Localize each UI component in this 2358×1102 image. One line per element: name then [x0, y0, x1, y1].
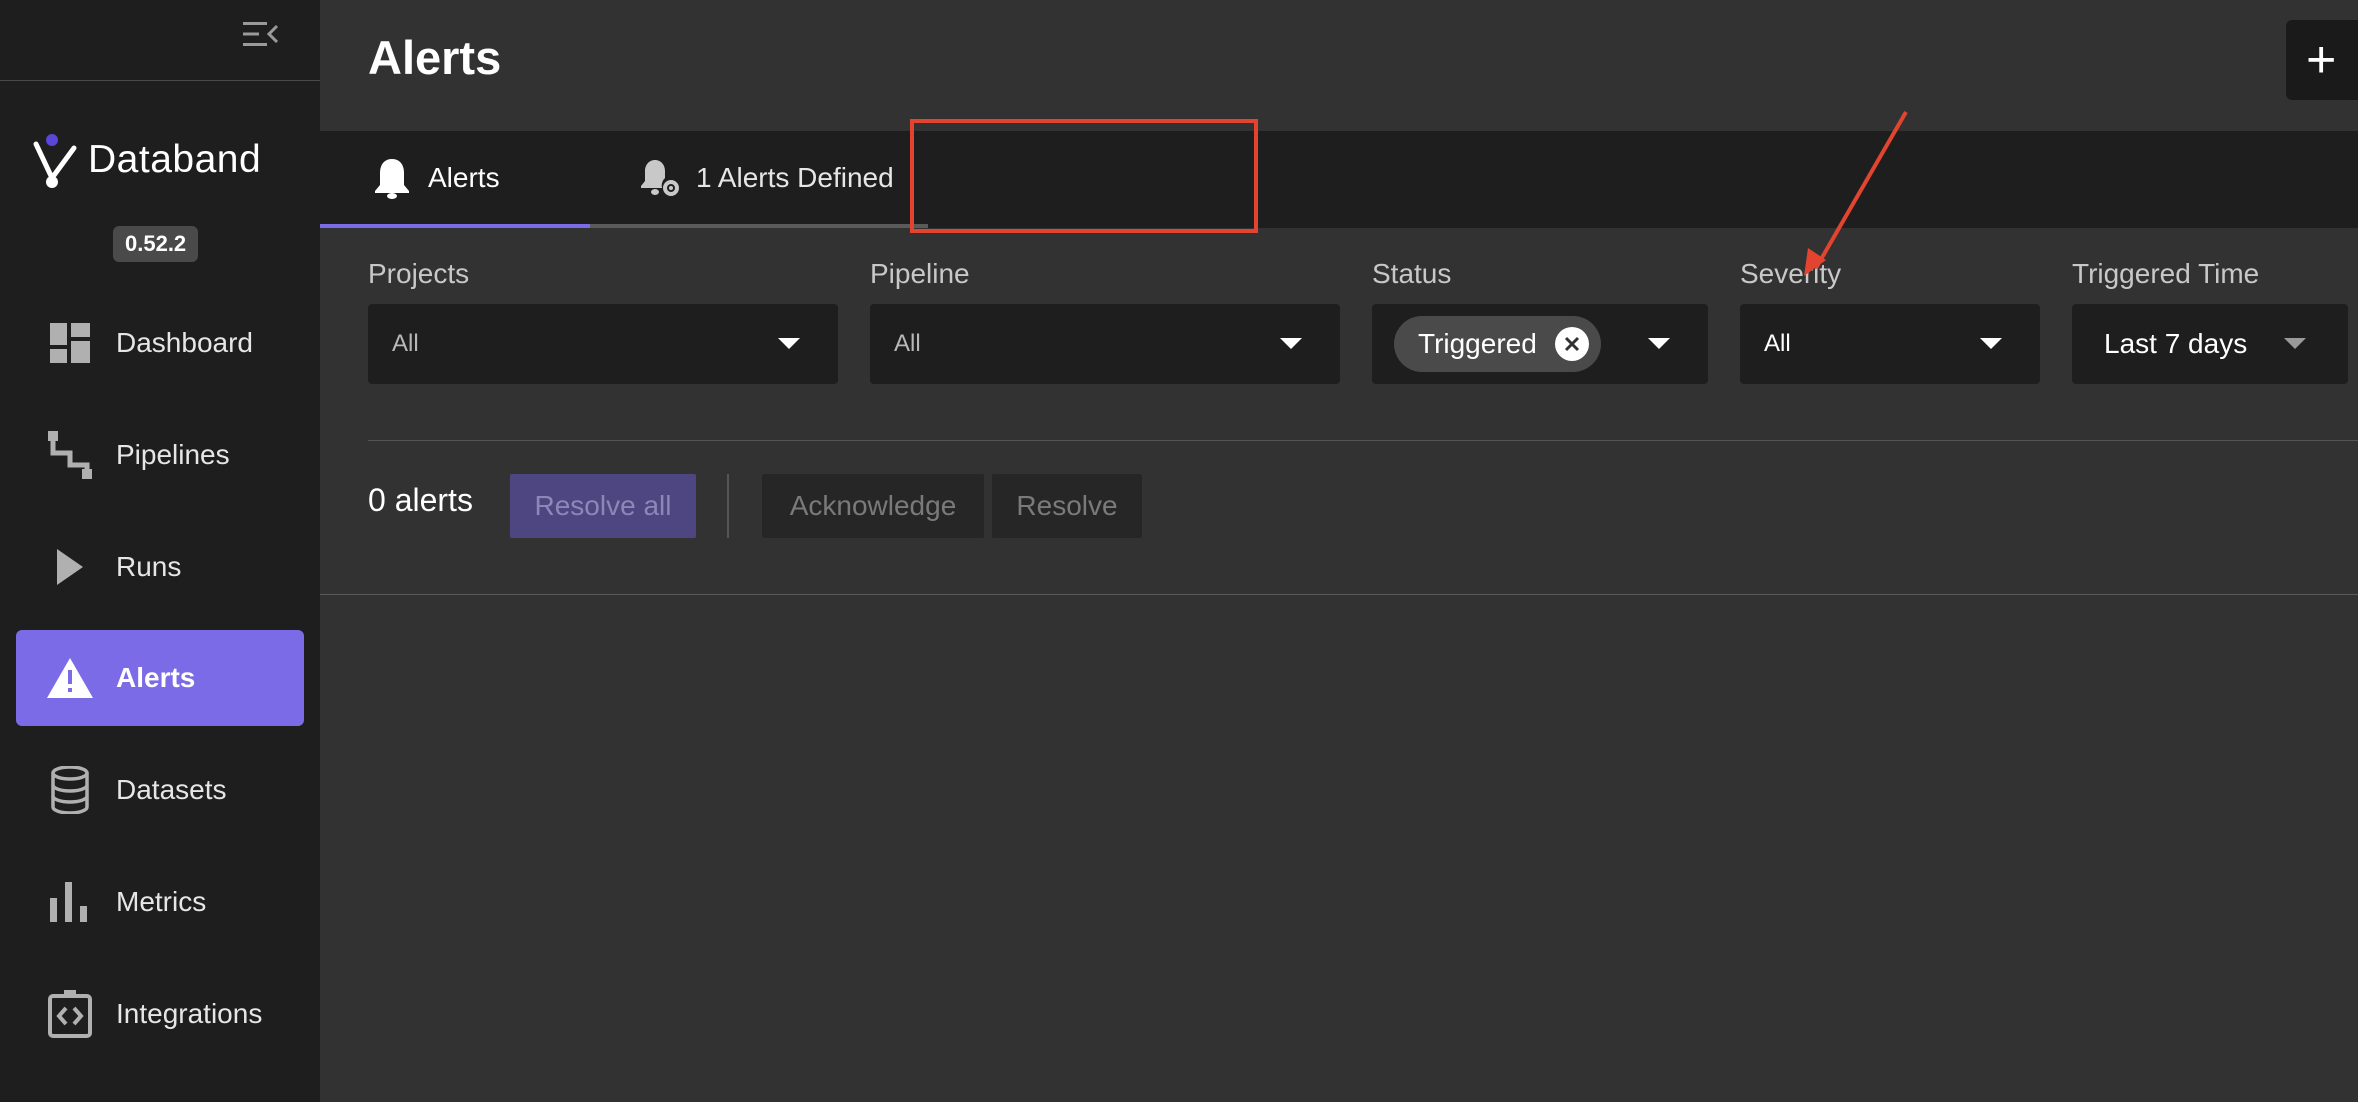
sidebar-item-runs[interactable]: Runs [16, 519, 304, 615]
triggered-time-label: Triggered Time [2072, 258, 2260, 289]
acknowledge-button[interactable]: Acknowledge [762, 474, 984, 538]
integrations-icon [44, 988, 96, 1040]
status-label: Status [1372, 258, 1452, 289]
pipeline-label: Pipeline [870, 258, 970, 289]
collapse-sidebar-icon[interactable] [238, 16, 284, 52]
severity-value: All [1764, 330, 1791, 357]
sidebar-item-label: Alerts [116, 662, 196, 693]
bell-icon [370, 156, 414, 200]
sidebar-item-label: Pipelines [116, 439, 230, 470]
status-chip: Triggered [1394, 316, 1601, 372]
chevron-down-icon [1980, 338, 2002, 349]
status-select[interactable]: Triggered [1372, 304, 1708, 384]
tab-label: Alerts [428, 161, 500, 193]
warning-icon [44, 652, 96, 704]
divider [727, 474, 729, 538]
sidebar-item-alerts[interactable]: Alerts [16, 630, 304, 726]
triggered-time-value: Last 7 days [2104, 328, 2248, 359]
sidebar-item-label: Datasets [116, 774, 227, 805]
add-button[interactable]: + [2286, 20, 2358, 100]
sidebar-item-pipelines[interactable]: Pipelines [16, 407, 304, 503]
version-badge: 0.52.2 [113, 226, 199, 262]
projects-select[interactable]: All [368, 304, 838, 384]
dashboard-icon [44, 317, 96, 369]
projects-label: Projects [368, 258, 470, 289]
tab-alerts-defined[interactable]: 1 Alerts Defined [590, 131, 928, 228]
sidebar-item-dashboard[interactable]: Dashboard [16, 295, 304, 391]
bell-settings-icon [638, 156, 682, 200]
sidebar-item-integrations[interactable]: Integrations [16, 966, 304, 1062]
sidebar-item-datasets[interactable]: Datasets [16, 742, 304, 838]
app-window: Databand 0.52.2 Dashboard Pipelines Runs… [0, 0, 2358, 1102]
close-icon[interactable] [1554, 327, 1589, 361]
tab-alerts[interactable]: Alerts [320, 131, 590, 228]
divider [368, 440, 2358, 441]
severity-label: Severity [1740, 258, 1842, 289]
main-content: Alerts + Alerts 1 Alerts Defined Project… [320, 0, 2358, 1102]
pipeline-value: All [894, 330, 921, 357]
status-chip-label: Triggered [1418, 328, 1537, 359]
sidebar-header [0, 0, 320, 81]
chevron-down-icon [2284, 338, 2306, 349]
projects-value: All [392, 330, 419, 357]
pipeline-icon [44, 429, 96, 481]
alerts-count: 0 alerts [368, 482, 473, 518]
play-icon [44, 541, 96, 593]
divider [320, 594, 2358, 595]
tab-label: 1 Alerts Defined [696, 161, 894, 193]
sidebar: Databand 0.52.2 Dashboard Pipelines Runs… [0, 0, 320, 1102]
tab-bar: Alerts 1 Alerts Defined [320, 131, 2358, 228]
pipeline-select[interactable]: All [870, 304, 1340, 384]
databand-logo: Databand [28, 130, 261, 190]
chevron-down-icon [1280, 338, 1302, 349]
chevron-down-icon [1648, 338, 1670, 349]
sidebar-item-label: Runs [116, 551, 182, 582]
bar-chart-icon [44, 876, 96, 928]
sidebar-item-label: Metrics [116, 886, 207, 917]
page-title: Alerts [368, 31, 502, 84]
databand-logo-icon [33, 134, 77, 188]
sidebar-item-label: Dashboard [116, 327, 253, 358]
chevron-down-icon [778, 338, 800, 349]
sidebar-item-metrics[interactable]: Metrics [16, 854, 304, 950]
sidebar-item-label: Integrations [116, 998, 263, 1029]
triggered-time-select[interactable]: Last 7 days [2072, 304, 2348, 384]
resolve-button[interactable]: Resolve [992, 474, 1142, 538]
app-name: Databand [88, 138, 262, 181]
severity-select[interactable]: All [1740, 304, 2040, 384]
database-icon [44, 764, 96, 816]
resolve-all-button[interactable]: Resolve all [510, 474, 696, 538]
